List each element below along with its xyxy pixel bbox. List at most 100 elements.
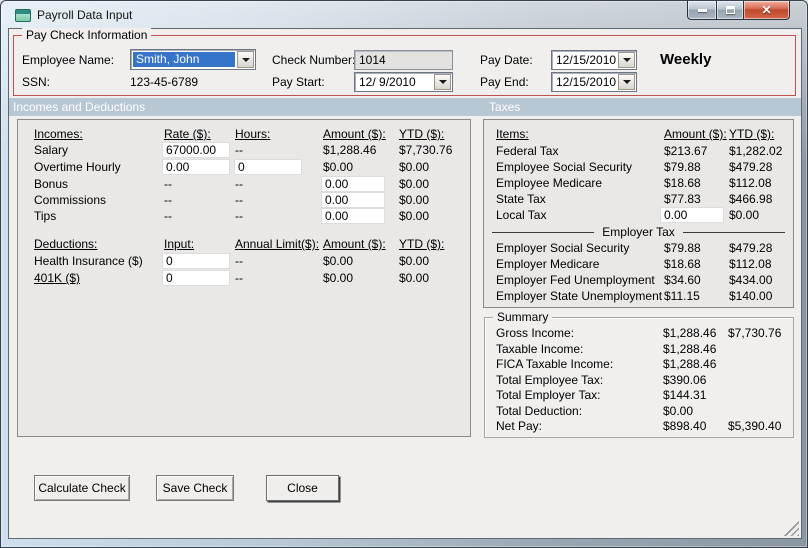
amount-col-header: Amount ($): (323, 127, 386, 141)
summary-label: Gross Income: (496, 326, 575, 340)
pay-date-dropdown-button[interactable] (618, 52, 635, 68)
overtime-rate-input[interactable] (162, 159, 230, 175)
ssn-value: 123-45-6789 (130, 75, 199, 89)
summary-amount: $1,288.46 (663, 357, 717, 371)
employee-name-value: Smith, John (133, 52, 235, 67)
tax-label: Employee Medicare (496, 176, 603, 190)
divider-line (492, 232, 595, 233)
pay-end-dropdown-button[interactable] (618, 74, 635, 90)
summary-label: FICA Taxable Income: (496, 357, 614, 371)
income-rate: -- (164, 209, 172, 223)
close-window-button[interactable]: ✕ (744, 1, 790, 20)
save-check-button[interactable]: Save Check (156, 475, 234, 501)
pay-end-label: Pay End: (480, 75, 529, 89)
income-ytd: $0.00 (399, 193, 430, 207)
annual-limit-col-header: Annual Limit($): (235, 237, 320, 251)
deduction-amount: $0.00 (323, 271, 354, 285)
check-number-label: Check Number: (272, 53, 356, 67)
deduction-ytd: $0.00 (399, 254, 430, 268)
summary-label: Taxable Income: (496, 342, 584, 356)
pay-start-value: 12/ 9/2010 (359, 75, 416, 89)
tax-amount: $18.68 (664, 257, 701, 271)
salary-rate-input[interactable] (162, 142, 230, 158)
income-ytd: $7,730.76 (399, 143, 453, 157)
deductions-col-header: Deductions: (34, 237, 98, 251)
chevron-down-icon (241, 57, 250, 62)
pay-end-datepicker[interactable]: 12/15/2010 (551, 72, 637, 92)
close-button[interactable]: Close (266, 475, 339, 501)
divider-line (682, 232, 786, 233)
employer-tax-header: Employer Tax (602, 225, 675, 239)
tips-amount-input[interactable] (321, 208, 385, 224)
deduction-limit: -- (235, 271, 243, 285)
title-bar[interactable]: Payroll Data Input ✕ (1, 1, 807, 29)
tax-ytd: $112.08 (729, 176, 772, 190)
chevron-down-icon (622, 80, 631, 84)
commissions-amount-input[interactable] (321, 192, 385, 208)
calculate-check-button[interactable]: Calculate Check (34, 475, 130, 501)
income-amount: $1,288.46 (323, 143, 377, 157)
close-icon: ✕ (761, 3, 772, 17)
health-insurance-input[interactable] (162, 253, 230, 269)
pay-date-label: Pay Date: (480, 53, 533, 67)
tax-amount: $79.88 (664, 241, 701, 255)
income-row-bonus: Bonus -- -- $0.00 (18, 177, 470, 193)
tax-label: Federal Tax (496, 144, 559, 158)
tax-row-state: State Tax $77.83 $466.98 (484, 192, 793, 208)
summary-row-employer-tax: Total Employer Tax: $144.31 (485, 388, 793, 404)
income-row-tips: Tips -- -- $0.00 (18, 209, 470, 225)
ssn-label: SSN: (22, 75, 51, 89)
taxes-section-title: Taxes (489, 100, 521, 114)
resize-grip[interactable] (783, 520, 799, 536)
maximize-button[interactable] (716, 1, 744, 20)
tax-ytd: $479.28 (729, 160, 773, 174)
ytd-col-header: YTD ($): (729, 127, 775, 141)
summary-row-taxable: Taxable Income: $1,288.46 (485, 342, 793, 358)
income-rate: -- (164, 193, 172, 207)
summary-amount: $1,288.46 (663, 342, 717, 356)
employee-name-dropdown-button[interactable] (237, 51, 254, 68)
tax-amount: $11.15 (664, 289, 700, 303)
tax-row-employer-state-unemp: Employer State Unemployment $11.15 $140.… (484, 289, 793, 305)
tax-amount: $34.60 (664, 273, 701, 287)
amount-col-header: Amount ($): (323, 237, 386, 251)
overtime-hours-input[interactable] (234, 159, 302, 175)
income-row-salary: Salary -- $1,288.46 $7,730.76 (18, 143, 470, 159)
summary-row-deduction: Total Deduction: $0.00 (485, 404, 793, 420)
incomes-header-row: Incomes: Rate ($): Hours: Amount ($): YT… (18, 127, 470, 143)
tax-ytd: $1,282.02 (729, 144, 783, 158)
401k-input[interactable] (162, 270, 230, 286)
tax-ytd: $0.00 (729, 208, 760, 222)
tax-ytd: $466.98 (729, 192, 773, 206)
ytd-col-header: YTD ($): (399, 127, 445, 141)
tax-ytd: $140.00 (729, 289, 773, 303)
check-number-field[interactable]: 1014 (354, 50, 453, 70)
tax-label: Employer Medicare (496, 257, 600, 271)
summary-row-fica: FICA Taxable Income: $1,288.46 (485, 357, 793, 373)
local-tax-input[interactable] (660, 207, 724, 223)
bonus-amount-input[interactable] (321, 176, 385, 192)
incomes-deductions-panel: Incomes: Rate ($): Hours: Amount ($): YT… (17, 119, 471, 437)
deduction-amount: $0.00 (323, 254, 354, 268)
deduction-row-401k: 401K ($) -- $0.00 $0.00 (18, 271, 470, 287)
deduction-label: 401K ($) (34, 271, 81, 285)
pay-start-dropdown-button[interactable] (434, 74, 451, 90)
deduction-ytd: $0.00 (399, 271, 430, 285)
deduction-label: Health Insurance ($) (34, 254, 143, 268)
pay-start-datepicker[interactable]: 12/ 9/2010 (354, 72, 453, 92)
income-hours: -- (235, 193, 243, 207)
pay-date-datepicker[interactable]: 12/15/2010 (551, 50, 637, 70)
tax-amount: $79.88 (664, 160, 701, 174)
summary-label: Total Deduction: (496, 404, 583, 418)
summary-label: Total Employer Tax: (496, 388, 601, 402)
summary-group: Summary Gross Income: $1,288.46 $7,730.7… (484, 310, 794, 438)
summary-ytd: $5,390.40 (728, 419, 782, 433)
income-row-commissions: Commissions -- -- $0.00 (18, 193, 470, 209)
income-hours: -- (235, 177, 243, 191)
pay-frequency-label: Weekly (660, 51, 712, 68)
minimize-button[interactable] (687, 1, 716, 20)
summary-amount: $898.40 (663, 419, 707, 433)
summary-ytd: $7,730.76 (728, 326, 782, 340)
pay-start-label: Pay Start: (272, 75, 325, 89)
employee-name-combobox[interactable]: Smith, John (130, 49, 256, 70)
